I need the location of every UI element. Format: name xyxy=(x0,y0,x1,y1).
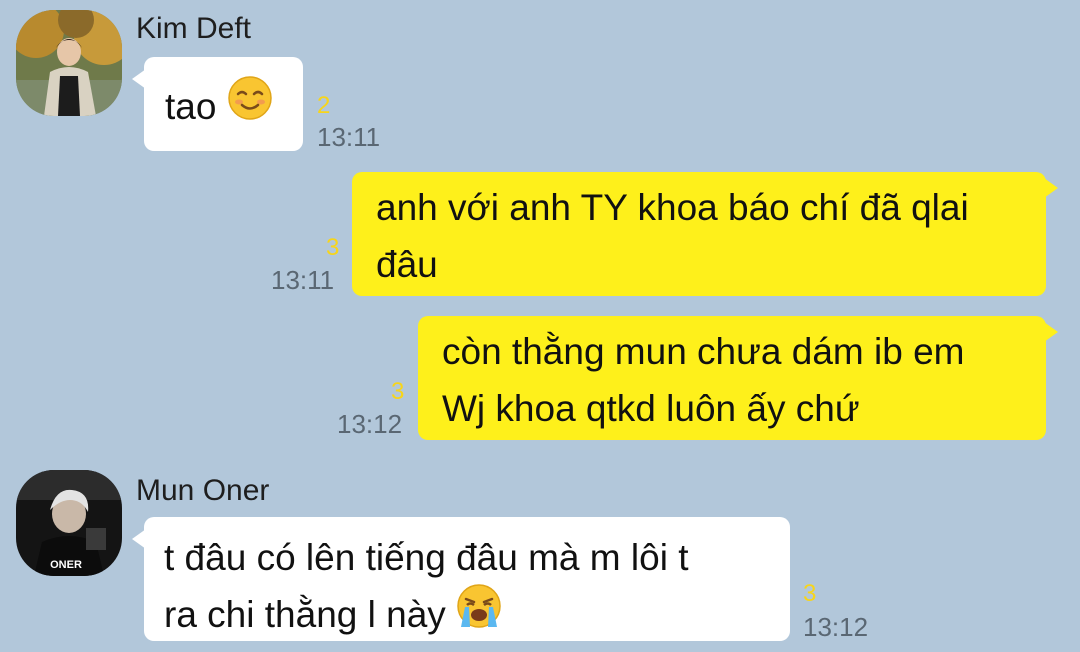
avatar-jacket-text: ONER xyxy=(50,559,82,571)
unread-count: 3 xyxy=(803,580,817,607)
message-text-line: đâu xyxy=(376,244,438,285)
message-text-line: t đâu có lên tiếng đâu mà m lôi t xyxy=(164,537,689,578)
message-text-line: ra chi thằng l này xyxy=(164,594,446,635)
message-timestamp: 13:11 xyxy=(317,122,381,152)
message-timestamp: 13:12 xyxy=(337,409,403,439)
bubble-tail xyxy=(1044,178,1058,198)
mun-oner-photo: ONER xyxy=(16,470,122,576)
message-text-line: còn thằng mun chưa dám ib em xyxy=(442,331,965,372)
avatar-mun-oner[interactable]: ONER xyxy=(16,470,122,576)
message-bubble-outgoing[interactable]: anh với anh TY khoa báo chí đã qlai đâu xyxy=(352,172,1058,296)
bubble-tail xyxy=(132,529,146,549)
message-timestamp: 13:12 xyxy=(803,612,869,642)
sender-name-mun-oner: Mun Oner xyxy=(136,474,270,507)
bubble-tail xyxy=(132,69,146,89)
message-text-line: Wj khoa qtkd luôn ấy chứ xyxy=(442,388,860,429)
message-bubble-outgoing[interactable]: còn thằng mun chưa dám ib em Wj khoa qtk… xyxy=(418,316,1058,440)
sender-name-kim-deft: Kim Deft xyxy=(136,12,252,45)
message-bubble-incoming[interactable]: tao xyxy=(132,57,303,151)
kim-deft-photo xyxy=(16,10,122,116)
unread-count: 3 xyxy=(326,234,340,261)
message-text: tao xyxy=(165,86,217,127)
smiling-emoji-icon xyxy=(227,75,273,137)
message-timestamp: 13:11 xyxy=(271,265,335,295)
unread-count: 3 xyxy=(391,378,405,405)
message-text-line: anh với anh TY khoa báo chí đã qlai xyxy=(376,187,969,228)
bubble-tail xyxy=(1044,322,1058,342)
message-bubble-incoming[interactable]: t đâu có lên tiếng đâu mà m lôi t ra chi… xyxy=(132,517,790,641)
avatar-kim-deft[interactable] xyxy=(16,10,122,116)
crying-emoji-icon xyxy=(456,583,502,645)
unread-count: 2 xyxy=(317,92,331,119)
